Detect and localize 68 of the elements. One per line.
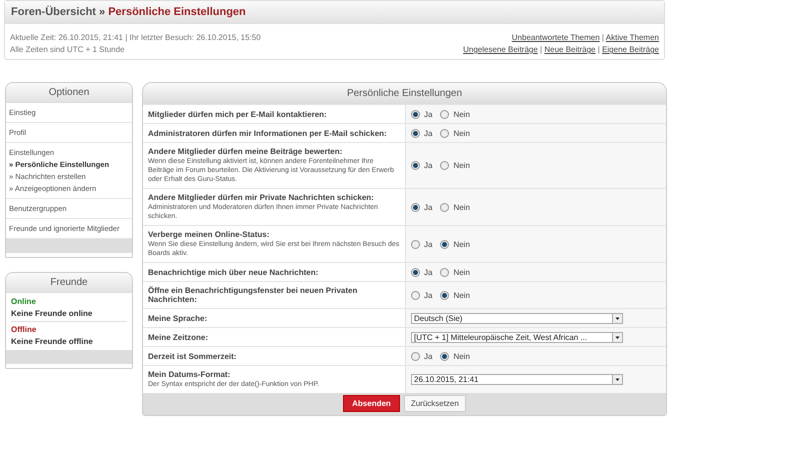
quick-link[interactable]: Aktive Themen (606, 33, 659, 42)
radio-button[interactable] (411, 128, 420, 138)
radio-label: Ja (424, 268, 432, 276)
radio-label: Ja (424, 202, 432, 212)
setting-label: Andere Mitglieder dürfen mir Private Nachrichten schicken: (148, 193, 375, 202)
setting-label: Verberge meinen Online-Status: (148, 230, 270, 239)
radio-label: Nein (453, 240, 470, 248)
quick-link[interactable]: Unbeantwortete Themen (512, 33, 600, 42)
quick-link[interactable]: Eigene Beiträge (602, 45, 659, 54)
radio-label: Ja (424, 352, 432, 360)
radio-button[interactable] (440, 352, 450, 360)
friends-text: Keine Freunde online (11, 309, 94, 318)
radio-button[interactable] (411, 240, 420, 248)
breadcrumb-link[interactable]: Foren-Übersicht (11, 6, 96, 18)
setting-label: Öffne ein Benachrichtigungsfenster bei neuen Privaten Nachrichten: (148, 286, 358, 304)
radio-button[interactable] (411, 290, 420, 300)
radio-label: Ja (424, 161, 432, 170)
info-text: Alle Zeiten sind UTC + 1 Stunde (10, 44, 126, 56)
radio-label: Ja (424, 128, 432, 138)
radio-button[interactable] (411, 268, 420, 276)
radio-button[interactable] (440, 110, 450, 118)
radio-button[interactable] (411, 161, 420, 170)
panel-title: Optionen (6, 83, 132, 103)
radio-label: Nein (453, 202, 470, 212)
setting-label: Benachrichtige mich über neue Nachrichten: (148, 268, 320, 276)
link-separator: | (540, 45, 542, 54)
radio-label: Nein (453, 290, 470, 300)
radio-label: Nein (453, 352, 470, 360)
breadcrumb-separator: » (99, 6, 106, 18)
radio-button[interactable] (440, 128, 450, 138)
friends-text: Keine Freunde offline (11, 337, 94, 346)
submit-button[interactable]: Absenden (343, 395, 400, 412)
status-label: Offline (11, 325, 38, 334)
setting-label: Mein Datums-Format: (148, 370, 232, 379)
setting-label: Administratoren dürfen mir Informationen per E-Mail schicken: (148, 128, 388, 138)
setting-label: Meine Sprache: (148, 314, 208, 322)
reset-button[interactable]: Zurücksetzen (404, 395, 466, 412)
link-separator: | (602, 33, 604, 42)
radio-button[interactable] (440, 240, 450, 248)
setting-label: Derzeit ist Sommerzeit: (148, 352, 238, 360)
setting-label: Mitglieder dürfen mich per E-Mail kontaktieren: (148, 110, 328, 118)
radio-button[interactable] (440, 268, 450, 276)
dropdown[interactable]: Deutsch (Sie) (411, 312, 623, 324)
radio-button[interactable] (440, 202, 450, 212)
dropdown[interactable]: [UTC + 1] Mitteleuropäische Zeit, West African ... (411, 332, 623, 342)
panel-title: Persönliche Einstellungen (143, 83, 666, 104)
radio-button[interactable] (440, 290, 450, 300)
quick-link[interactable]: Ungelesene Beiträge (463, 45, 538, 54)
radio-label: Ja (424, 240, 432, 248)
setting-label: Andere Mitglieder dürfen meine Beiträge bewerten: (148, 147, 344, 156)
radio-label: Ja (424, 290, 432, 300)
status-label: Online (11, 297, 37, 306)
radio-button[interactable] (440, 161, 450, 170)
radio-label: Nein (453, 268, 470, 276)
radio-label: Nein (453, 128, 470, 138)
dropdown[interactable]: 26.10.2015, 21:41 (411, 374, 623, 385)
radio-button[interactable] (411, 110, 420, 118)
page-title: Persönliche Einstellungen (108, 6, 246, 18)
quick-link[interactable]: Neue Beiträge (544, 45, 596, 54)
setting-label: Meine Zeitzone: (148, 332, 210, 342)
link-separator: | (598, 45, 600, 54)
radio-label: Nein (453, 161, 470, 170)
radio-button[interactable] (411, 352, 420, 360)
radio-label: Ja (424, 110, 432, 118)
radio-button[interactable] (411, 202, 420, 212)
radio-label: Nein (453, 110, 470, 118)
info-text: Aktuelle Zeit: 26.10.2015, 21:41 | Ihr letzter Besuch: 26.10.2015, 15:50 (10, 32, 261, 44)
panel-title: Freunde (6, 273, 132, 293)
